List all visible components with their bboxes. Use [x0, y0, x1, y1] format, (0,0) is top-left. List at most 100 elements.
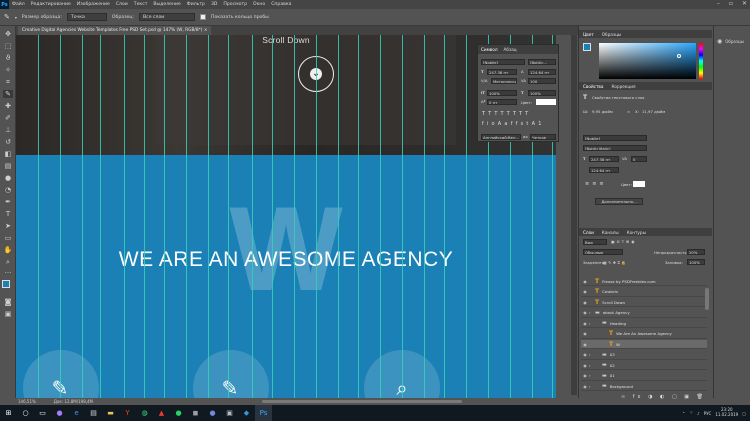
- font-style-select[interactable]: [Bold(c...: [528, 59, 556, 65]
- text-style-buttons[interactable]: TTTTTTTT: [482, 111, 531, 117]
- type-tool-icon[interactable]: T: [3, 210, 13, 218]
- menu-help[interactable]: Справка: [271, 2, 291, 7]
- tab-color[interactable]: Цвет: [583, 32, 594, 37]
- hue-slider[interactable]: [699, 43, 703, 79]
- prop-tracking-field[interactable]: 0: [631, 156, 647, 162]
- volume-icon[interactable]: ♪: [697, 411, 700, 416]
- layer-row[interactable]: ◉ T We Are An Awesome Agency: [581, 330, 707, 339]
- lock-icons[interactable]: ▦✎✥⌗🔒: [603, 260, 627, 265]
- visibility-eye-icon[interactable]: ◉: [581, 310, 589, 315]
- menu-edit[interactable]: Редактирование: [31, 2, 71, 7]
- search-icon[interactable]: ○: [17, 405, 34, 421]
- explorer-icon[interactable]: ▬: [102, 405, 119, 421]
- visibility-eye-icon[interactable]: ◉: [581, 300, 589, 305]
- visibility-eye-icon[interactable]: ◉: [581, 289, 589, 294]
- app-dark-icon[interactable]: ▣: [221, 405, 238, 421]
- visibility-eye-icon[interactable]: ◉: [581, 384, 589, 389]
- maximize-icon[interactable]: ▫: [729, 0, 733, 7]
- foreground-color-swatch[interactable]: [2, 280, 10, 288]
- layer-filter-select[interactable]: Вид: [583, 239, 607, 245]
- visibility-eye-icon[interactable]: ◉: [581, 342, 589, 347]
- menu-image[interactable]: Изображение: [77, 2, 110, 7]
- tab-paragraph[interactable]: Абзац: [504, 47, 517, 52]
- visibility-eye-icon[interactable]: ◉: [581, 363, 589, 368]
- prop-style-select[interactable]: [Bold(c)Italic]: [583, 145, 647, 151]
- visibility-eye-icon[interactable]: ◉: [581, 373, 589, 378]
- windows-start-icon[interactable]: ⊞: [0, 405, 17, 421]
- layers-bottom-buttons[interactable]: ∞ fx ◑ ◐ ▢ ▣ 🗑: [621, 394, 706, 400]
- font-family-select[interactable]: [Nobile]: [481, 59, 525, 65]
- opentype-buttons[interactable]: fioAaffstA1: [482, 121, 545, 127]
- menu-view[interactable]: Просмотр: [223, 2, 247, 7]
- color-fg-swatch[interactable]: [583, 43, 591, 51]
- layer-row[interactable]: ◉ T Scroll Down: [581, 298, 707, 307]
- close-icon[interactable]: ✕: [742, 0, 747, 7]
- menu-select[interactable]: Выделение: [153, 2, 180, 7]
- layer-row[interactable]: ◉ T Freose by PSDFreebies.com: [581, 277, 707, 286]
- blur-tool-icon[interactable]: ●: [3, 174, 13, 182]
- app-red-icon[interactable]: ▲: [153, 405, 170, 421]
- prop-font-select[interactable]: [Nobile]: [583, 135, 647, 141]
- sample-size-select[interactable]: Точка: [66, 13, 107, 21]
- sample-select[interactable]: Все слои: [139, 13, 196, 21]
- x-value[interactable]: 11,97 дюйм: [642, 109, 665, 114]
- tray-arrow-icon[interactable]: ⌃: [682, 411, 685, 416]
- link-icon[interactable]: ∞: [627, 109, 630, 114]
- minimize-icon[interactable]: –: [717, 0, 720, 7]
- tab-character[interactable]: Символ: [481, 47, 498, 52]
- layer-row[interactable]: ◉ › ▬ 01: [581, 372, 707, 381]
- edge-icon[interactable]: e: [68, 405, 85, 421]
- more-options-button[interactable]: Дополнительно...: [595, 198, 643, 205]
- visibility-eye-icon[interactable]: ◉: [581, 321, 589, 326]
- visibility-eye-icon[interactable]: ◉: [581, 352, 589, 357]
- prop-align-buttons[interactable]: ≡≡≡: [585, 181, 607, 187]
- prop-size-field[interactable]: 247,38 пт: [589, 156, 619, 162]
- fill-field[interactable]: 100%: [687, 259, 705, 265]
- app-gray-icon[interactable]: ◼: [187, 405, 204, 421]
- vertical-scale-field[interactable]: 100%: [487, 90, 517, 96]
- zoom-level[interactable]: 146,51%: [18, 399, 36, 404]
- language-indicator[interactable]: РУС: [704, 411, 712, 416]
- hand-tool-icon[interactable]: ✋: [3, 246, 13, 254]
- quick-select-tool-icon[interactable]: ✧: [3, 66, 13, 74]
- language-select[interactable]: Английский:Вел...: [481, 134, 521, 140]
- color-picker-field[interactable]: [599, 43, 696, 79]
- tab-swatches[interactable]: Образцы: [602, 32, 622, 37]
- document-canvas[interactable]: Scroll Down ⌄ W WE ARE AN AWESOME AGENCY…: [16, 35, 556, 398]
- menu-file[interactable]: Файл: [12, 2, 25, 7]
- layers-scrollbar[interactable]: [705, 288, 709, 310]
- app-purple-icon[interactable]: ●: [51, 405, 68, 421]
- yandex-icon[interactable]: Y: [119, 405, 136, 421]
- layer-row[interactable]: ◉ › ▬ Heading: [581, 319, 707, 328]
- show-ring-checkbox[interactable]: [200, 14, 207, 20]
- discord-icon[interactable]: ●: [204, 405, 221, 421]
- clock[interactable]: 23:20 11.02.2019: [715, 407, 738, 418]
- more-tools-icon[interactable]: ···: [3, 269, 13, 277]
- layer-row[interactable]: ◉ T Cowbrio: [581, 288, 707, 297]
- pen-tool-icon[interactable]: ✒: [3, 198, 13, 206]
- layer-row[interactable]: ◉ › ▬ 02: [581, 361, 707, 370]
- visibility-eye-icon[interactable]: ◉: [581, 279, 589, 284]
- layer-filter-icons[interactable]: ▣⊘T⊞◉: [611, 239, 637, 244]
- layer-row[interactable]: ◉ › ▬ 03: [581, 351, 707, 360]
- move-tool-icon[interactable]: ✥: [3, 30, 13, 38]
- antialias-select[interactable]: Четкое: [530, 134, 556, 140]
- chrome-icon[interactable]: ◍: [136, 405, 153, 421]
- tab-layers[interactable]: Слои: [583, 230, 594, 235]
- marquee-tool-icon[interactable]: ⬚: [3, 42, 13, 50]
- menu-window[interactable]: Окно: [253, 2, 265, 7]
- network-icon[interactable]: ⌔: [689, 410, 693, 416]
- eyedropper-icon[interactable]: ✎: [4, 13, 10, 21]
- canvas-horizontal-scroll[interactable]: [262, 400, 462, 403]
- screen-mode-icon[interactable]: ▣: [3, 310, 13, 318]
- vscode-icon[interactable]: ◆: [238, 405, 255, 421]
- visibility-eye-icon[interactable]: ◉: [581, 331, 589, 336]
- prop-leading-field[interactable]: 124,64 пт: [589, 167, 619, 173]
- tab-paths[interactable]: Контуры: [627, 230, 646, 235]
- eraser-tool-icon[interactable]: ◧: [3, 150, 13, 158]
- healing-tool-icon[interactable]: ✚: [3, 102, 13, 110]
- gradient-tool-icon[interactable]: ▤: [3, 162, 13, 170]
- canvas-vertical-scroll[interactable]: [571, 35, 577, 395]
- stamp-tool-icon[interactable]: ⊥: [3, 126, 13, 134]
- layer-row[interactable]: ◉ T W: [581, 340, 707, 349]
